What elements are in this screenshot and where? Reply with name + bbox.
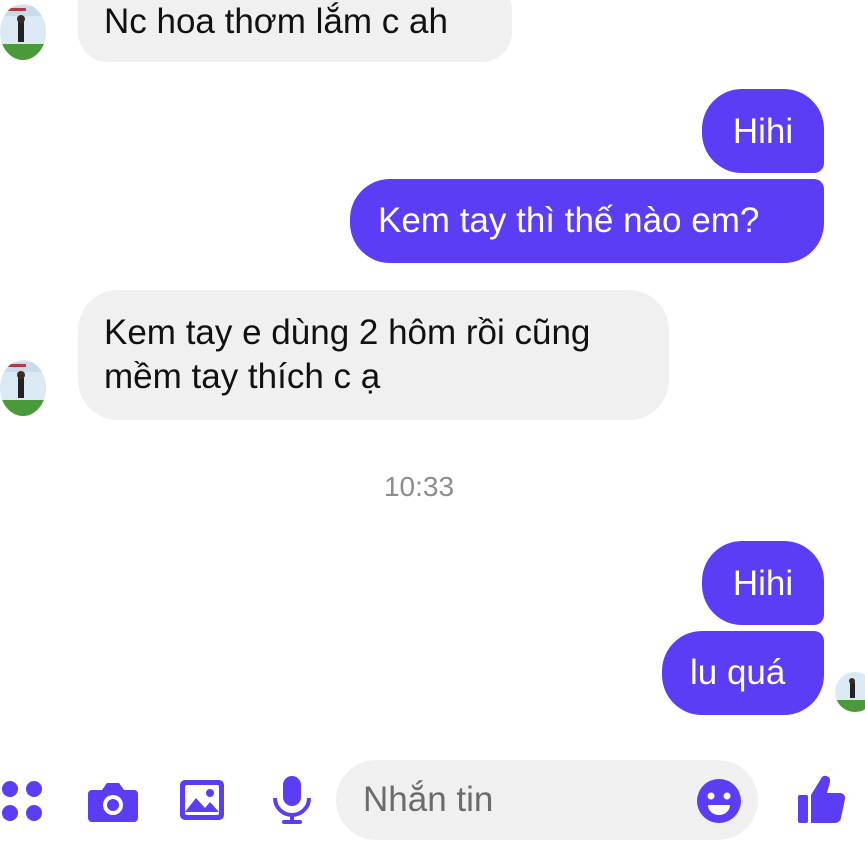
gallery-icon[interactable]	[178, 776, 226, 824]
message-text: Kem tay thì thế nào em?	[378, 201, 760, 240]
message-bubble-outgoing[interactable]: Hihi	[702, 541, 824, 625]
message-bubble-outgoing[interactable]: Kem tay thì thế nào em?	[350, 179, 824, 263]
contact-avatar[interactable]	[0, 360, 46, 416]
message-bubble-outgoing[interactable]: lu quá	[662, 631, 824, 715]
message-bubble-incoming[interactable]: Kem tay e dùng 2 hôm rồi cũng mềm tay th…	[78, 290, 669, 420]
apps-grid-icon[interactable]	[0, 776, 50, 826]
message-text-line: mềm tay thích c ạ	[104, 357, 381, 396]
message-timestamp: 10:33	[383, 471, 455, 502]
thumbs-up-icon[interactable]	[796, 773, 846, 825]
message-text-line: Kem tay e dùng 2 hôm rồi cũng	[104, 313, 591, 352]
message-input[interactable]: Nhắn tin	[336, 760, 758, 840]
camera-icon[interactable]	[87, 776, 139, 826]
message-text: Hihi	[732, 112, 794, 151]
microphone-icon[interactable]	[270, 774, 314, 826]
message-text: Hihi	[732, 564, 794, 603]
message-text: lu quá	[690, 653, 786, 692]
contact-avatar[interactable]	[0, 4, 46, 60]
emoji-icon[interactable]	[696, 778, 742, 824]
message-bubble-outgoing[interactable]: Hihi	[702, 89, 824, 173]
message-bubble-incoming[interactable]: Nc hoa thơm lắm c ah	[78, 0, 512, 62]
message-text: Nc hoa thơm lắm c ah	[104, 2, 448, 41]
message-input-placeholder: Nhắn tin	[363, 780, 494, 819]
seen-receipt-avatar	[835, 672, 865, 712]
